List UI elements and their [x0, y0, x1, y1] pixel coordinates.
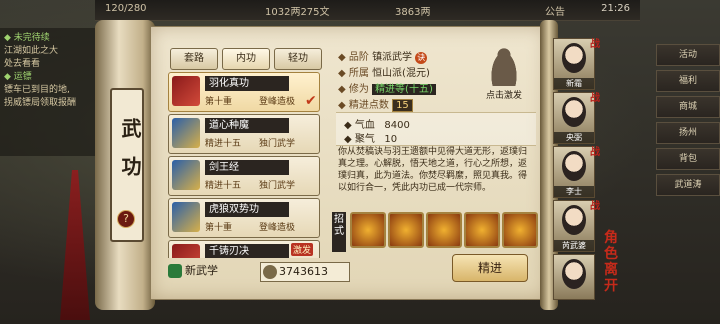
new-skill-button[interactable]: 新武学 — [168, 262, 248, 282]
rank-badge: 诀 — [415, 52, 428, 64]
skill-book-icon — [172, 118, 200, 148]
portrait[interactable] — [553, 254, 595, 300]
cultivation-key: ◆ 修为 — [338, 84, 369, 95]
tab-taolu[interactable]: 套路 — [170, 48, 218, 70]
skill-list: 羽化真功 第十重 登峰造极 ✔ 道心种魔 精进十五 独门武学 剑王经 精进十五 … — [168, 72, 320, 258]
skill-name: 剑王经 — [205, 160, 289, 175]
checkmark-icon: ✔ — [305, 93, 317, 109]
menu-bag[interactable]: 背包 — [656, 148, 720, 170]
clock: 21:26 — [601, 3, 630, 14]
portrait[interactable]: 新霜 战 — [553, 38, 600, 90]
battle-icon: 战 — [590, 147, 600, 158]
move-slot-icon[interactable] — [388, 212, 424, 248]
cultivation-value: 精进等(十五) — [372, 84, 436, 95]
face-icon — [562, 97, 586, 127]
side-text[interactable]: 角色 离开 — [604, 230, 624, 294]
battle-icon: 战 — [590, 39, 600, 50]
menu-welfare[interactable]: 福利 — [656, 70, 720, 92]
menu-location[interactable]: 扬州 — [656, 122, 720, 144]
move-slot-icon[interactable] — [502, 212, 538, 248]
sect-key: ◆ 所属 — [338, 68, 369, 79]
page-title: 武功 — [118, 118, 142, 194]
face-icon — [562, 259, 586, 289]
skill-item[interactable]: 剑王经 精进十五 独门武学 — [168, 156, 320, 196]
skill-name: 羽化真功 — [205, 76, 289, 91]
portrait-name: 新霜 — [554, 78, 594, 89]
moves-label: 招式 — [332, 212, 346, 252]
rank-value: 镇派武学 — [372, 52, 413, 63]
portrait-name: 李士 — [554, 186, 594, 197]
stats-box: ◆ 气血 8400 ◆ 聚气 10 — [336, 112, 536, 146]
portrait[interactable]: 李士 战 — [553, 146, 600, 198]
skill-book-icon — [172, 76, 200, 106]
skill-level: 第十重 — [205, 97, 233, 107]
skill-item[interactable]: 道心种魔 精进十五 独门武学 — [168, 114, 320, 154]
skill-level: 精进十五 — [205, 181, 242, 191]
tab-neigong[interactable]: 内功 — [222, 48, 270, 70]
skill-book-icon — [172, 160, 200, 190]
skill-description: 你从焚稿诀与羽王遗额中见得大道无形，返璞归真之理。心解脱，悟天地之道，行心之所想… — [338, 147, 528, 193]
face-icon — [562, 205, 586, 235]
move-slot-icon[interactable] — [464, 212, 500, 248]
ingot-value: 3863两 — [395, 7, 431, 18]
skill-book-icon — [172, 202, 200, 232]
skill-name: 千铸刃决 — [205, 244, 289, 258]
tab-qinggong[interactable]: 轻功 — [274, 48, 322, 70]
sect-value: 恒山派(混元) — [372, 68, 430, 79]
book-icon — [168, 264, 182, 278]
money-value: 1032两275文 — [265, 7, 330, 18]
portrait[interactable]: 芮武婆 战 — [553, 200, 600, 252]
menu-shop[interactable]: 商城 — [656, 96, 720, 118]
skill-book-icon — [172, 244, 200, 258]
meditating-figure-icon — [488, 46, 520, 86]
points-value: 3743613 — [279, 265, 328, 278]
skill-grade: 登峰造极 — [259, 223, 296, 233]
portrait-name: 芮武婆 — [554, 240, 594, 251]
points-key: ◆ 精进点数 — [338, 100, 389, 111]
rank-key: ◆ 品阶 — [338, 52, 369, 63]
battle-icon: 战 — [590, 201, 600, 212]
skill-item[interactable]: 虎狼双势功 第十重 登峰造极 — [168, 198, 320, 238]
face-icon — [562, 43, 586, 73]
skill-level: 精进十五 — [205, 139, 242, 149]
advance-button[interactable]: 精进 — [452, 254, 528, 282]
help-icon[interactable]: ? — [117, 210, 135, 228]
face-icon — [562, 151, 586, 181]
skill-item[interactable]: 千铸刃决 激发 — [168, 240, 320, 258]
right-menu: 活动 福利 商城 扬州 背包 武道涛 — [656, 40, 720, 200]
skill-name: 虎狼双势功 — [205, 202, 289, 217]
skill-name: 道心种魔 — [205, 118, 289, 133]
portrait[interactable]: 央弼 战 — [553, 92, 600, 144]
menu-wudao[interactable]: 武道涛 — [656, 174, 720, 196]
portrait-name: 央弼 — [554, 132, 594, 143]
meditate-button[interactable]: 点击激发 — [478, 46, 530, 102]
notice-button[interactable]: 公告 — [545, 3, 565, 18]
points-count: 15 — [392, 99, 413, 112]
battle-icon: 战 — [590, 93, 600, 104]
skill-grade: 登峰造极 — [259, 97, 296, 107]
move-slot-icon[interactable] — [350, 212, 386, 248]
energy-value: 120/280 — [105, 3, 147, 14]
new-skill-label: 新武学 — [185, 264, 218, 277]
juqi-key: ◆ 聚气 — [344, 134, 375, 145]
skill-tag: 激发 — [291, 243, 314, 256]
skill-level: 第十重 — [205, 223, 233, 233]
points-box: 3743613 — [260, 262, 350, 282]
top-bar: 120/280 1032两275文 3863两 公告 21:26 — [95, 0, 640, 21]
menu-activity[interactable]: 活动 — [656, 44, 720, 66]
skill-grade: 独门武学 — [259, 181, 296, 191]
juqi-value: 10 — [384, 134, 398, 145]
meditate-caption: 点击激发 — [485, 91, 522, 101]
coin-icon — [263, 265, 277, 279]
skill-item[interactable]: 羽化真功 第十重 登峰造极 ✔ — [168, 72, 320, 112]
skill-grade: 独门武学 — [259, 139, 296, 149]
move-slot-icon[interactable] — [426, 212, 462, 248]
